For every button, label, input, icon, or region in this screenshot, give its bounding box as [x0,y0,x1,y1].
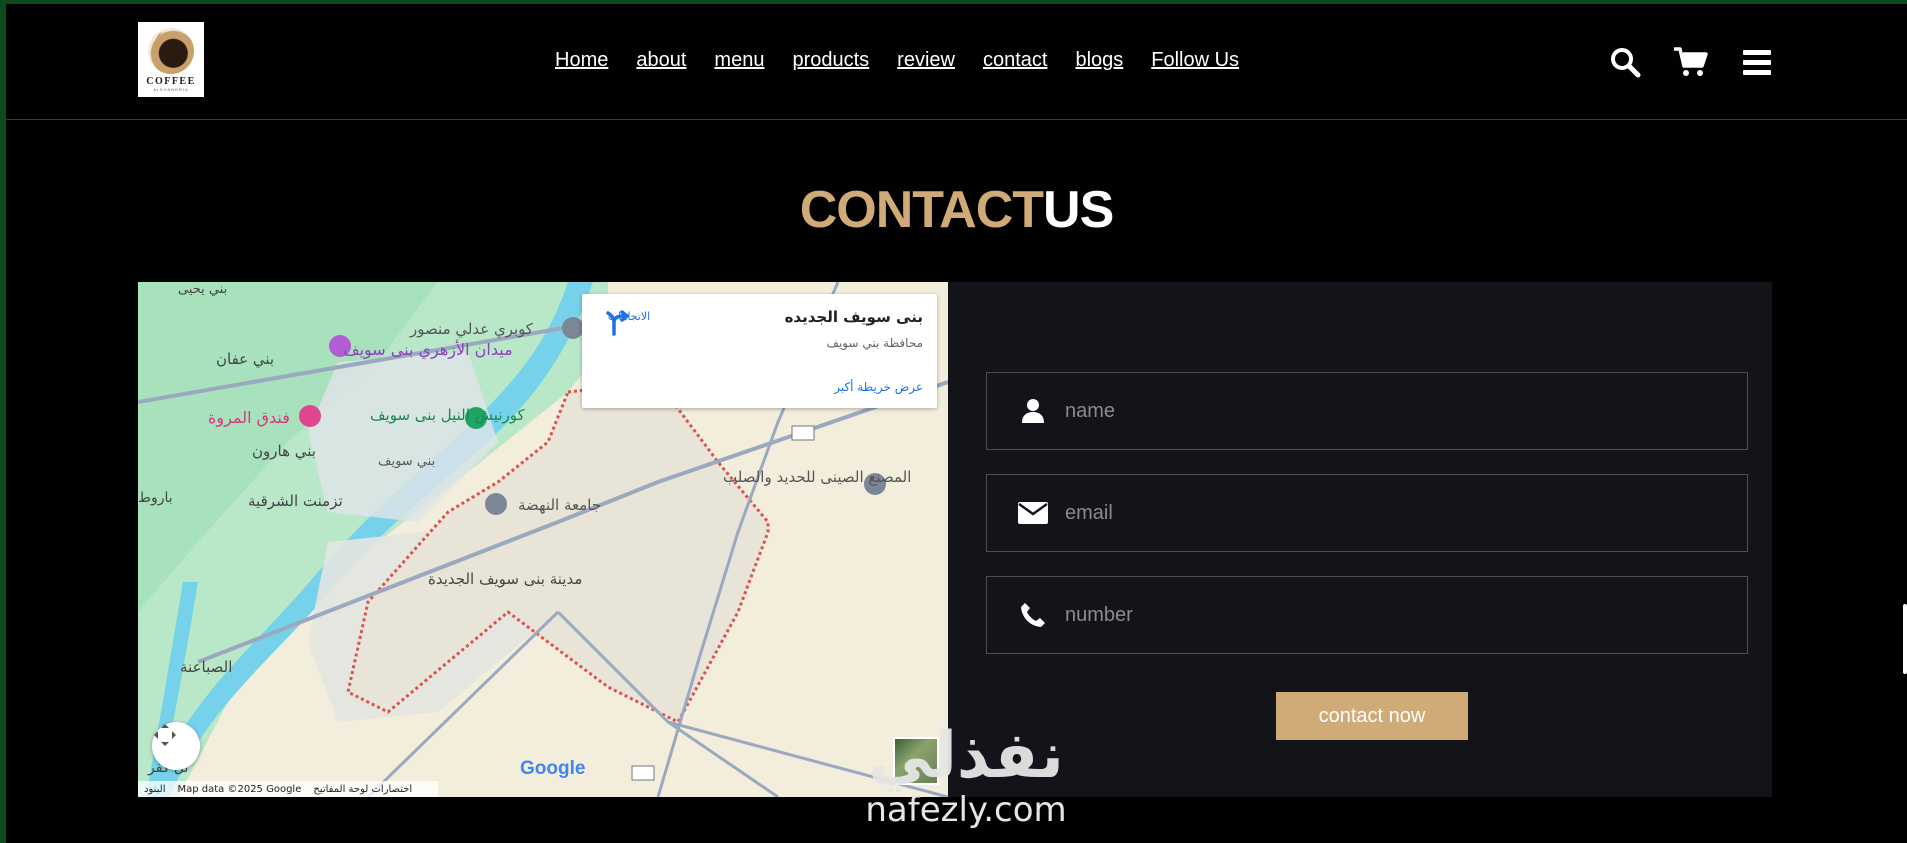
contact-now-button[interactable]: contact now [1276,692,1468,740]
map-attribution: البنود Map data ©2025 Google اختصارات لو… [138,781,438,797]
nav-products[interactable]: products [792,49,869,72]
header-actions [1607,44,1775,80]
coffee-cup-icon [148,27,194,74]
map-label: بني يحيى [178,282,228,297]
nav-contact[interactable]: contact [983,49,1047,72]
nav-menu[interactable]: menu [714,49,764,72]
map-label: بني سويف [378,454,436,469]
map-place-name: بنى سويف الجديده [784,308,923,326]
scroll-indicator[interactable] [1903,604,1907,674]
phone-icon [1011,602,1055,628]
main-nav: Home about menu products review contact … [555,49,1267,72]
contact-form: contact now [948,282,1772,797]
map-place-card: بنى سويف الجديده محافظة بني سويف عرض خري… [582,294,937,408]
number-field[interactable] [986,576,1748,654]
directions-button[interactable]: الاتجاهات [604,308,654,336]
menu-icon[interactable] [1739,44,1775,80]
keyboard-shortcuts-link[interactable]: اختصارات لوحة المفاتيح [313,784,412,795]
map-label: باروط [138,490,173,506]
site-header: COFFEE ALEXANDRIA Home about menu produc… [6,4,1907,120]
watermark-latin: nafezly.com [865,790,1067,830]
nav-blogs[interactable]: blogs [1075,49,1123,72]
google-logo: Google [520,758,586,779]
nav-about[interactable]: about [636,49,686,72]
name-input[interactable] [1065,399,1685,423]
search-icon[interactable] [1607,44,1643,80]
number-input[interactable] [1065,603,1685,627]
expand-icon [154,724,176,746]
map-label: بني هارون [252,442,316,460]
map-label: كورنيش النيل بنى سويف [370,406,525,424]
nav-follow-us[interactable]: Follow Us [1151,49,1239,72]
map-label: تزمنت الشرقية [248,492,343,510]
nav-home[interactable]: Home [555,49,608,72]
envelope-icon [1011,502,1055,524]
email-field[interactable] [986,474,1748,552]
section-title: CONTACTUS [6,180,1907,240]
map-label: جامعة النهضة [518,496,602,514]
map-label: كوبري عدلي منصور [410,320,534,338]
page-frame: COFFEE ALEXANDRIA Home about menu produc… [6,4,1907,843]
email-input[interactable] [1065,501,1685,525]
directions-icon [606,310,629,336]
map-label: مدينة بنى سويف الجديدة [428,570,583,588]
nav-review[interactable]: review [897,49,955,72]
map-label: الصباعنة [180,658,233,676]
title-us: US [1043,181,1114,239]
terms-link[interactable]: البنود [144,784,165,795]
map-place-region: محافظة بني سويف [826,336,923,350]
map-label: المصنع الصينى للحديد والصلب [723,468,912,486]
logo-word: COFFEE [146,75,196,87]
embedded-map[interactable]: كوبري عدلي منصور ميدان الأزهري بنى سويف … [138,282,948,797]
view-larger-map-link[interactable]: عرض خريطة أكبر [834,380,923,394]
logo-subtitle: ALEXANDRIA [153,86,189,92]
title-contact: CONTACT [799,181,1044,239]
map-label: ميدان الأزهري بنى سويف [343,340,513,359]
site-logo[interactable]: COFFEE ALEXANDRIA [138,22,204,97]
name-field[interactable] [986,372,1748,450]
map-data-credit: Map data ©2025 Google [177,783,302,795]
user-icon [1011,398,1055,424]
cart-icon[interactable] [1673,44,1709,80]
fullscreen-control[interactable] [152,722,200,770]
satellite-toggle[interactable] [893,737,939,785]
map-label: بني عفان [216,350,275,368]
map-label: فندق المروة [208,408,290,427]
